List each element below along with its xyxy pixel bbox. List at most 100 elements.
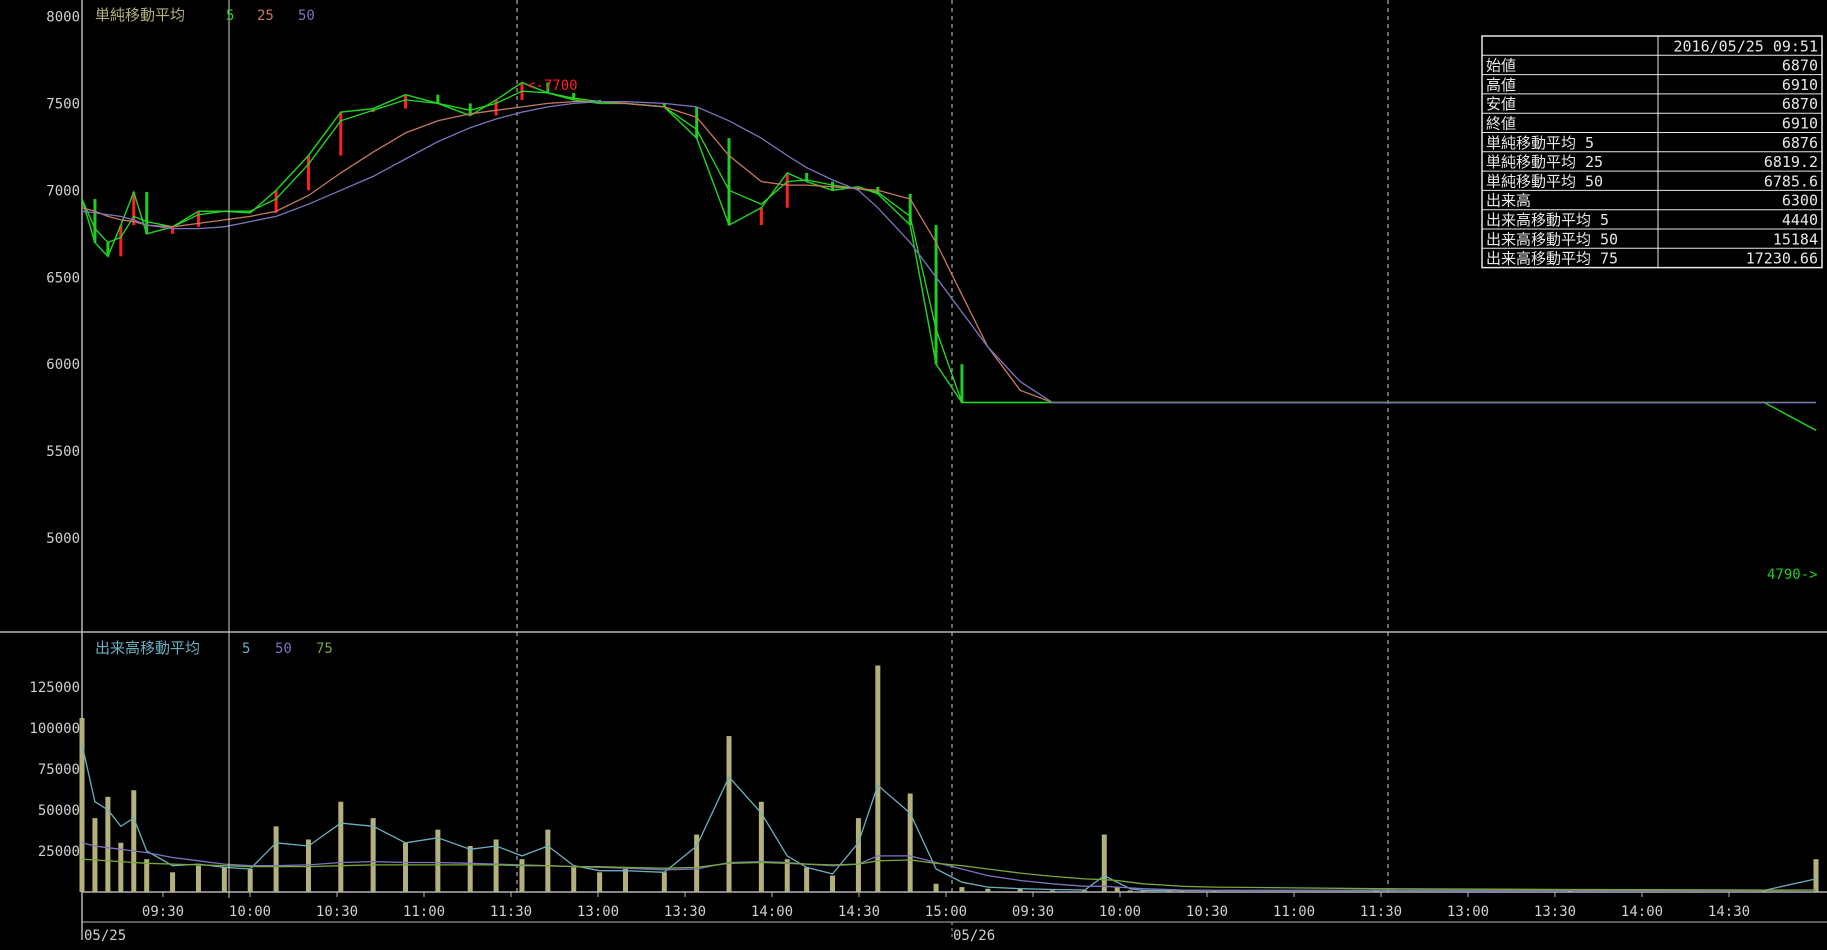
volume-legend-period-50: 50 <box>275 641 292 657</box>
data-window-value: 17230.66 <box>1746 250 1818 268</box>
time-tick-label: 10:30 <box>316 904 358 920</box>
price-tick-label: 6000 <box>46 357 80 373</box>
data-window-value: 6819.2 <box>1764 153 1818 171</box>
price-legend-period-50: 50 <box>298 8 315 24</box>
time-tick-label: 09:30 <box>1012 904 1054 920</box>
volume-bar <box>170 872 176 892</box>
volume-bar <box>830 875 836 892</box>
data-window-value: 6785.6 <box>1764 172 1818 190</box>
data-window-label: 単純移動平均 25 <box>1486 153 1603 171</box>
volume-bar <box>370 818 376 892</box>
time-tick-label: 14:30 <box>838 904 880 920</box>
time-tick-label: 13:00 <box>1447 904 1489 920</box>
price-legend-period-25: 25 <box>257 8 274 24</box>
volume-bar <box>661 872 667 892</box>
volume-tick-label: 75000 <box>38 762 80 778</box>
volume-bar <box>1050 890 1056 892</box>
data-window-label: 単純移動平均 50 <box>1486 172 1603 190</box>
volume-bar <box>875 665 881 892</box>
volume-bar <box>726 736 732 892</box>
volume-bar <box>467 846 473 892</box>
volume-bar <box>92 818 98 892</box>
data-window-value: 6300 <box>1782 192 1818 210</box>
volume-tick-label: 125000 <box>29 680 80 696</box>
volume-bar <box>571 867 577 892</box>
price-legend-title: 単純移動平均 <box>95 6 185 24</box>
date-label: 05/26 <box>953 928 995 944</box>
data-window-value: 6876 <box>1782 134 1818 152</box>
volume-bar <box>221 867 227 892</box>
volume-bar <box>622 869 628 892</box>
time-tick-label: 13:00 <box>577 904 619 920</box>
volume-bar <box>305 839 311 892</box>
volume-bar <box>959 887 965 892</box>
volume-bar <box>131 790 137 892</box>
data-window-datetime: 2016/05/25 09:51 <box>1674 37 1819 55</box>
data-window: 2016/05/25 09:51 始値 6870 高値 6910 安値 6870 終値 6910… <box>1481 35 1823 269</box>
chart-window: 8000 7500 7000 6500 6000 5500 5000 125000 10000… <box>0 0 1827 946</box>
volume-tick-label: 25000 <box>38 844 80 860</box>
data-window-value: 6910 <box>1782 115 1818 133</box>
volume-bar <box>144 859 150 892</box>
volume-tick-label: 100000 <box>29 721 80 737</box>
volume-legend-title: 出来高移動平均 <box>95 639 200 657</box>
price-tick-label: 8000 <box>46 9 80 25</box>
volume-bar <box>784 859 790 892</box>
price-tick-label: 7500 <box>46 96 80 112</box>
time-tick-label: 09:30 <box>142 904 184 920</box>
data-window-label: 出来高移動平均 50 <box>1486 230 1618 248</box>
time-tick-label: 14:30 <box>1708 904 1750 920</box>
data-window-label: 高値 <box>1486 76 1516 94</box>
time-tick-label: 15:00 <box>925 904 967 920</box>
volume-bar <box>1813 859 1819 892</box>
time-tick-label: 14:00 <box>751 904 793 920</box>
volume-bar <box>338 801 344 892</box>
price-tick-label: 5500 <box>46 444 80 460</box>
volume-bar <box>1101 834 1107 892</box>
data-window-value: 4440 <box>1782 211 1818 229</box>
volume-legend-period-5: 5 <box>242 641 250 657</box>
price-tick-label: 6500 <box>46 270 80 286</box>
volume-bar <box>273 826 279 892</box>
data-window-label: 出来高移動平均 5 <box>1486 211 1609 229</box>
data-window-value: 6910 <box>1782 76 1818 94</box>
data-window-label: 出来高 <box>1486 192 1531 210</box>
volume-bar <box>855 818 861 892</box>
stock-chart: 8000 7500 7000 6500 6000 5500 5000 125000 10000… <box>0 0 1827 946</box>
data-window-value: 6870 <box>1782 57 1818 75</box>
data-window-value: 6870 <box>1782 95 1818 113</box>
date-label: 05/25 <box>84 928 126 944</box>
volume-bar <box>985 888 991 892</box>
time-tick-label: 13:30 <box>1534 904 1576 920</box>
data-window-label: 終値 <box>1486 115 1516 133</box>
volume-bar <box>907 793 913 892</box>
volume-bar <box>79 718 85 892</box>
time-tick-label: 10:00 <box>229 904 271 920</box>
data-window-label: 始値 <box>1486 57 1516 75</box>
time-tick-label: 11:00 <box>403 904 445 920</box>
time-tick-label: 13:30 <box>664 904 706 920</box>
volume-bar <box>933 883 939 892</box>
low-price-marker: 4790-> <box>1767 567 1818 583</box>
volume-bar <box>247 869 253 892</box>
time-tick-label: 11:30 <box>490 904 532 920</box>
data-window-label: 出来高移動平均 75 <box>1486 250 1618 268</box>
time-tick-label: 11:30 <box>1360 904 1402 920</box>
time-tick-label: 11:00 <box>1273 904 1315 920</box>
volume-tick-label: 50000 <box>38 803 80 819</box>
volume-bar <box>1127 890 1133 892</box>
volume-bar <box>403 842 409 892</box>
time-tick-label: 10:30 <box>1186 904 1228 920</box>
data-window-label: 安値 <box>1486 95 1516 113</box>
volume-legend-period-75: 75 <box>316 641 333 657</box>
price-legend-period-5: 5 <box>226 8 234 24</box>
volume-bar <box>545 829 551 892</box>
volume-bar <box>804 867 810 892</box>
price-tick-label: 5000 <box>46 531 80 547</box>
time-tick-label: 14:00 <box>1621 904 1663 920</box>
price-tick-label: 7000 <box>46 183 80 199</box>
volume-bar <box>195 865 201 892</box>
volume-bar <box>519 859 525 892</box>
data-window-label: 単純移動平均 5 <box>1486 134 1594 152</box>
data-window-value: 15184 <box>1773 230 1818 248</box>
